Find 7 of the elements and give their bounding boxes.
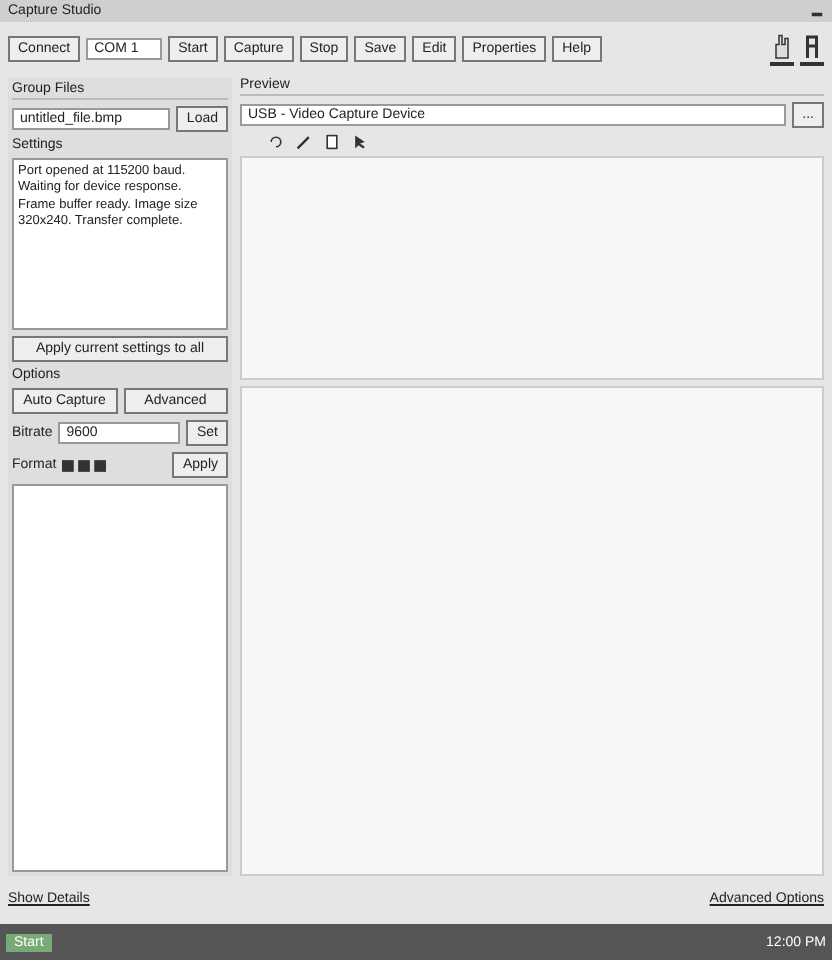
undo-icon[interactable] [268,134,284,150]
list-box[interactable] [12,484,228,872]
cursor-icon[interactable] [352,134,368,150]
squares-icon [62,459,107,471]
pencil-icon[interactable] [296,134,312,150]
document-icon[interactable] [324,134,340,150]
hand-icon[interactable] [770,30,794,66]
